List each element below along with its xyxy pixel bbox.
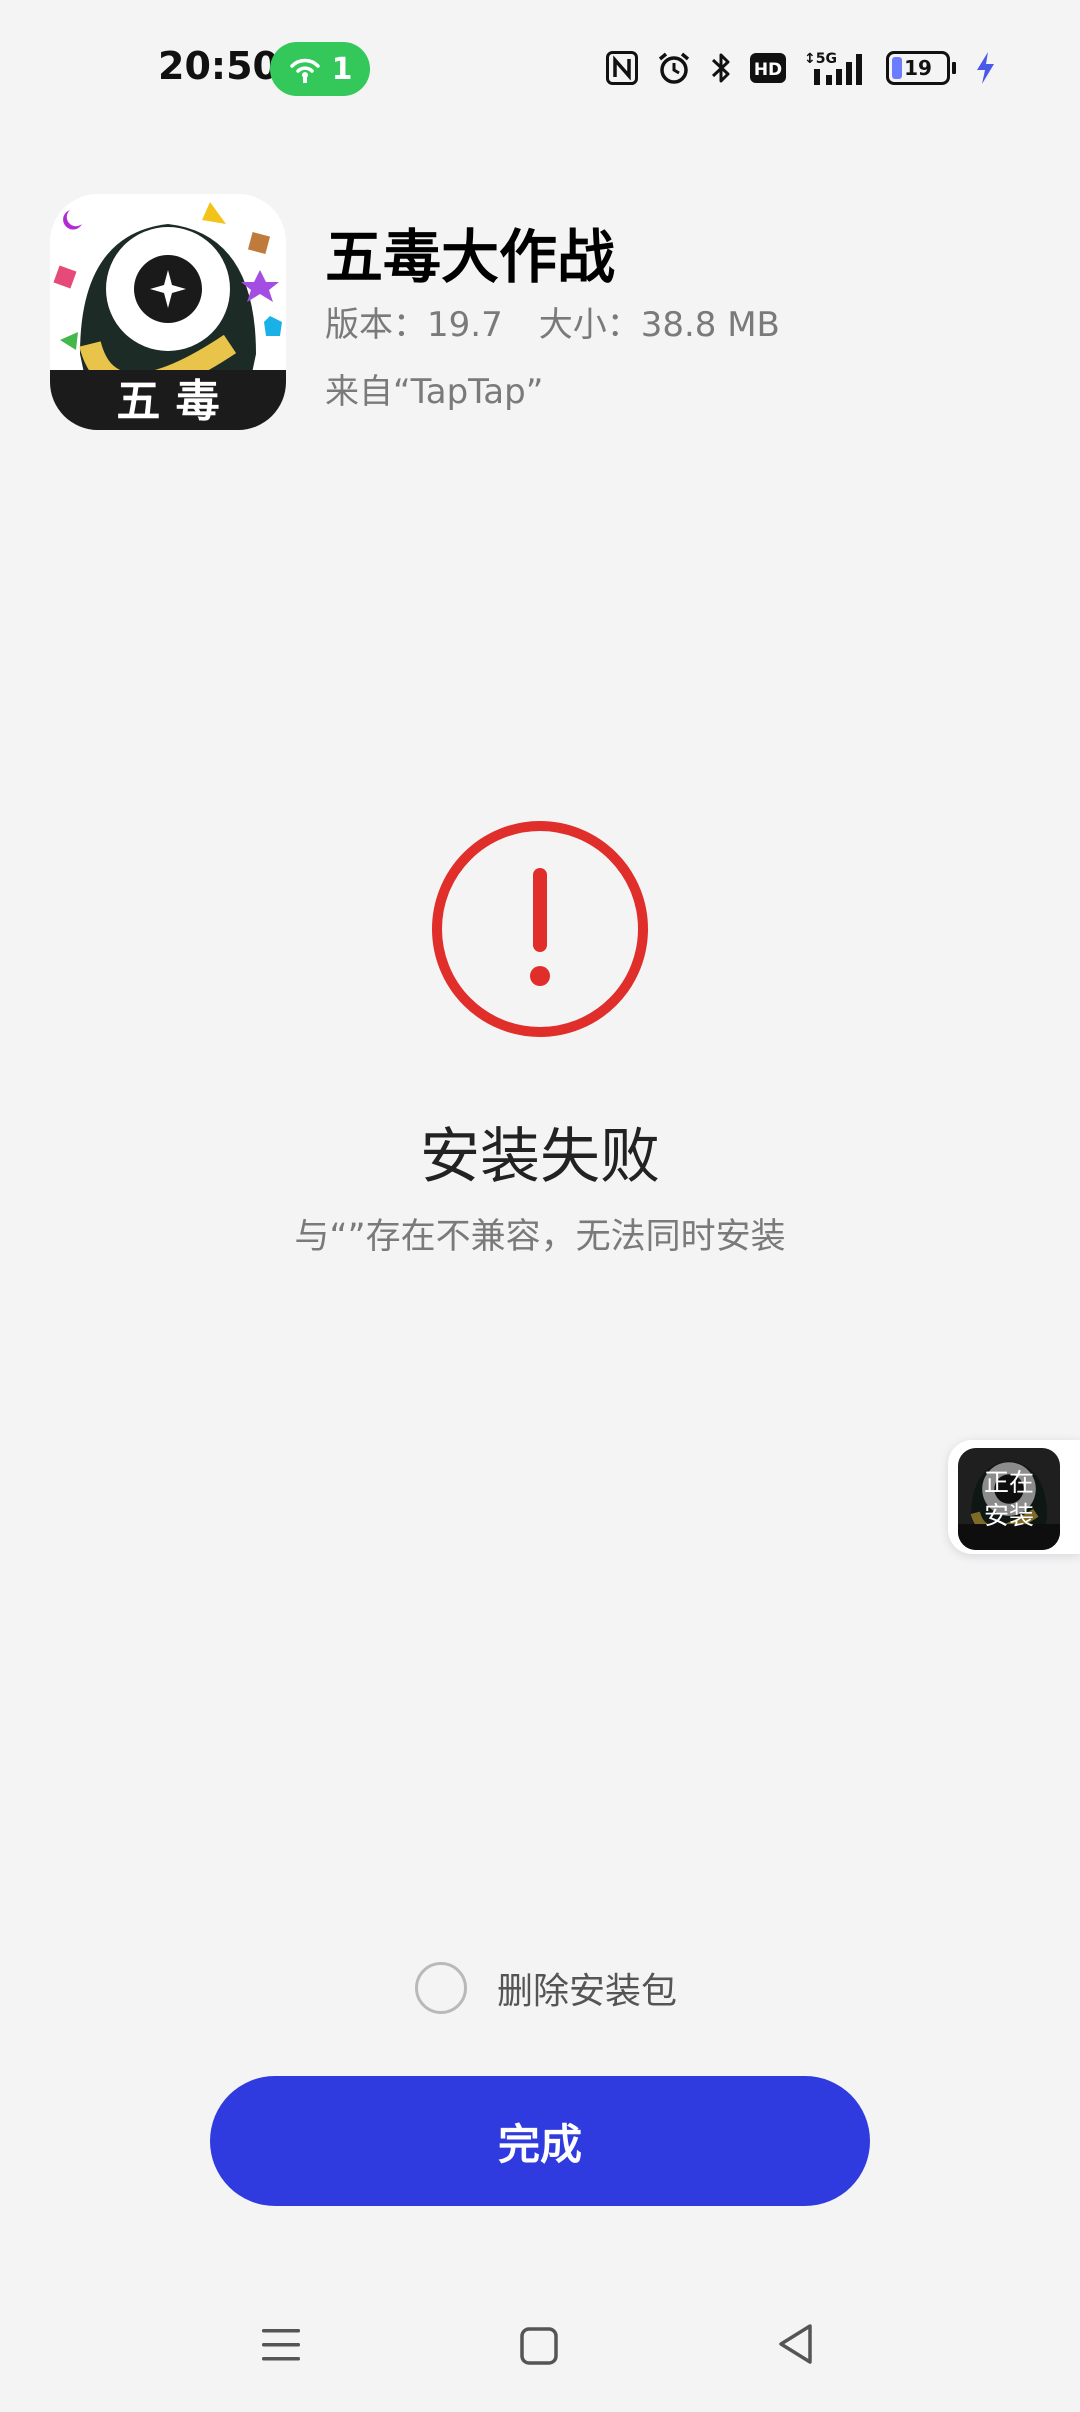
alarm-icon xyxy=(658,52,690,84)
install-failed-title: 安装失败 xyxy=(420,1122,660,1192)
app-name: 五毒大作战 xyxy=(325,223,616,291)
status-time: 20:50 xyxy=(158,44,279,88)
done-button[interactable]: 完成 xyxy=(210,2076,870,2206)
app-source: 来自“TapTap” xyxy=(325,372,544,412)
hotspot-indicator[interactable]: 1 xyxy=(270,42,370,96)
app-meta: 版本：19.7 大小：38.8 MB xyxy=(325,297,780,346)
app-version: 版本：19.7 xyxy=(325,305,503,345)
battery-level: 19 xyxy=(904,56,932,80)
svg-text:HD: HD xyxy=(754,60,782,80)
bluetooth-icon xyxy=(711,53,730,83)
battery-icon: 19 xyxy=(886,51,956,85)
installing-label-line2: 安装 xyxy=(983,1501,1034,1530)
delete-package-option[interactable]: 删除安装包 xyxy=(415,1962,677,2014)
delete-package-checkbox[interactable] xyxy=(415,1962,467,2014)
app-logo-icon: 五 毒 xyxy=(50,194,286,430)
app-icon-text: 五 毒 xyxy=(116,376,219,427)
signal-5g-icon: ↕5G xyxy=(804,51,862,85)
hotspot-count: 1 xyxy=(331,51,353,87)
error-icon xyxy=(432,821,648,1037)
status-icons: HD ↕5G 19 xyxy=(606,48,996,88)
back-nav-icon[interactable] xyxy=(776,2322,814,2366)
delete-package-label: 删除安装包 xyxy=(497,1971,678,2012)
nfc-icon xyxy=(606,51,638,85)
home-nav-icon[interactable] xyxy=(520,2326,558,2366)
hd-icon: HD xyxy=(750,53,786,83)
app-size: 大小：38.8 MB xyxy=(538,305,780,345)
hotspot-icon xyxy=(289,58,320,83)
installing-label-line1: 正在 xyxy=(983,1468,1034,1497)
app-icon: 五 毒 xyxy=(50,194,286,430)
charging-icon xyxy=(977,52,994,84)
installing-float-bubble[interactable]: 正在 安装 xyxy=(948,1440,1080,1554)
menu-nav-icon[interactable] xyxy=(262,2325,300,2365)
install-failed-description: 与“”存在不兼容，无法同时安装 xyxy=(294,1217,786,1257)
svg-text:↕5G: ↕5G xyxy=(804,51,837,67)
